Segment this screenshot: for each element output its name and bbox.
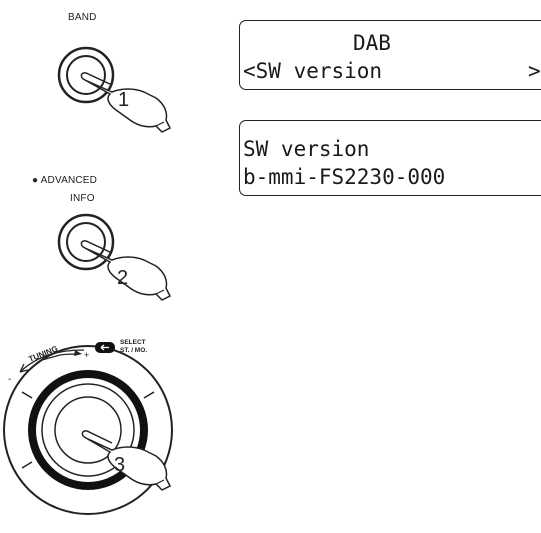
lcd-display-1: DAB <SW version >	[239, 20, 541, 90]
lcd-display-2: SW version b-mmi-FS2230-000	[239, 120, 541, 196]
display-1-right-arrow: >	[528, 59, 541, 83]
st-mo-label: ST. / MO.	[120, 347, 147, 354]
minus-label: -	[8, 374, 11, 385]
tuning-label: TUNING	[27, 344, 59, 364]
plus-label: +	[84, 350, 89, 360]
pointing-hand-icon	[81, 430, 172, 491]
step-2-number: 2	[117, 267, 128, 289]
display-2-line-1: SW version	[243, 137, 370, 161]
step-1-number: 1	[118, 89, 129, 111]
step-3-number: 3	[114, 454, 125, 476]
info-button[interactable]	[57, 213, 115, 271]
display-1-line-1: DAB	[353, 31, 391, 55]
tuning-dial[interactable]	[3, 345, 173, 515]
display-2-line-2: b-mmi-FS2230-000	[243, 165, 446, 189]
display-1-line-2: <SW version	[243, 59, 383, 83]
band-button[interactable]	[57, 46, 115, 104]
select-label: SELECT	[120, 339, 146, 346]
select-button[interactable]	[95, 342, 115, 353]
